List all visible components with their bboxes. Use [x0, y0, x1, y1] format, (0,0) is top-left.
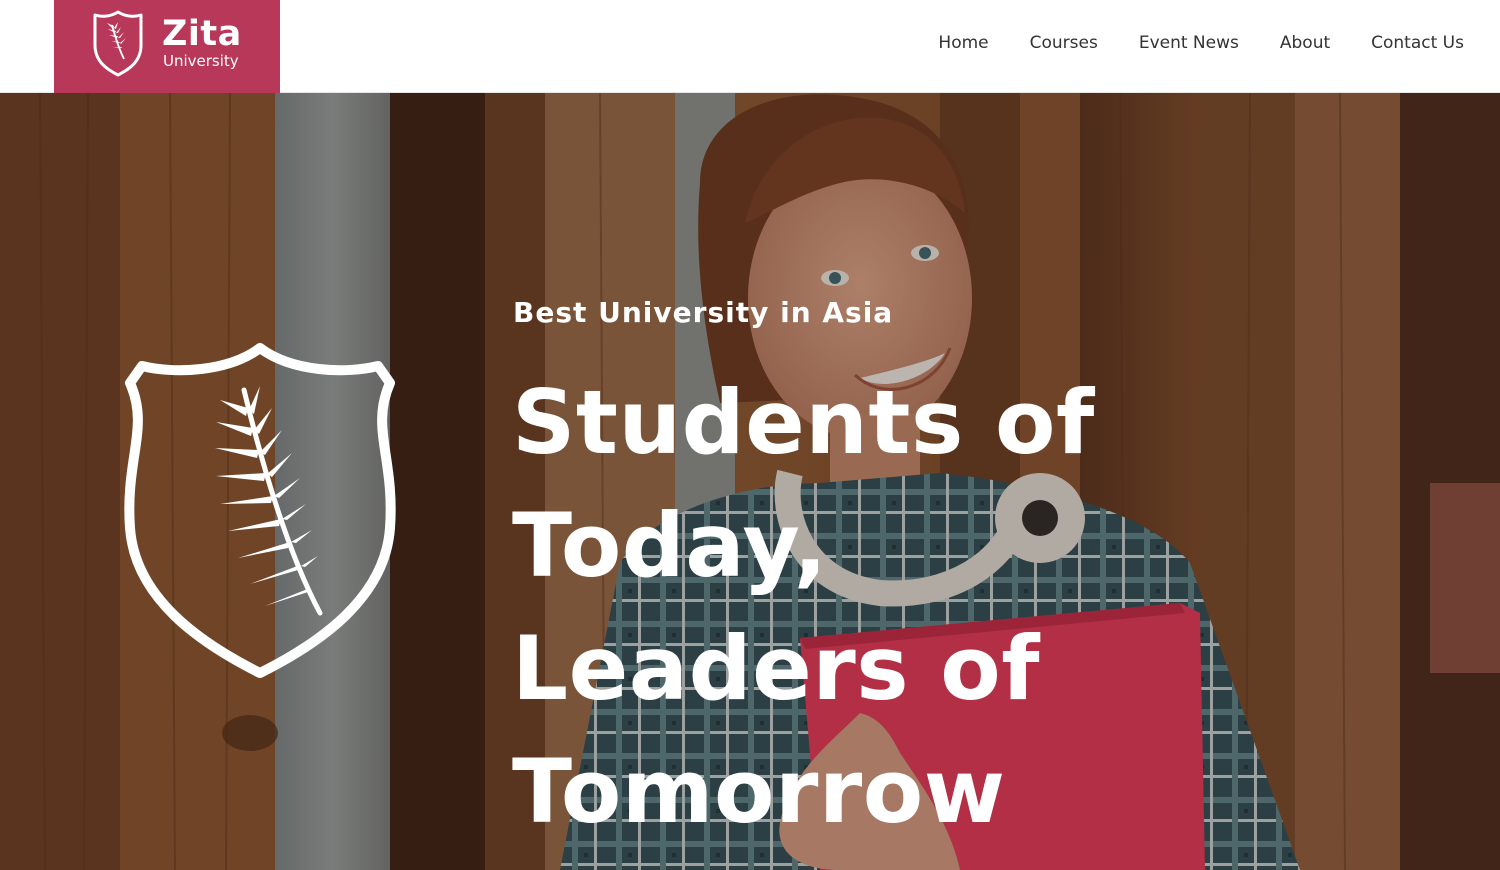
nav-courses[interactable]: Courses — [1030, 33, 1098, 53]
hero-title-line: Tomorrow — [512, 740, 1006, 843]
nav-about[interactable]: About — [1280, 33, 1330, 53]
hero-section: Best University in Asia Students of Toda… — [0, 93, 1500, 870]
hero-title-line: Leaders of — [512, 617, 1040, 720]
nav-event-news[interactable]: Event News — [1139, 33, 1239, 53]
shield-leaf-icon — [124, 343, 396, 678]
main-nav: Home Courses Event News About Contact Us — [897, 0, 1464, 86]
nav-home[interactable]: Home — [938, 33, 988, 53]
logo-subtitle: University — [163, 52, 239, 70]
shield-leaf-icon — [93, 10, 143, 77]
site-header: Zita University Home Courses Event News … — [0, 0, 1500, 93]
logo-name: Zita — [162, 14, 242, 54]
logo[interactable]: Zita University — [54, 0, 280, 93]
hero-title: Students of Today, Leaders of Tomorrow — [512, 361, 1412, 853]
hero-title-line: Students of Today, — [512, 371, 1095, 597]
hero-kicker: Best University in Asia — [513, 296, 894, 329]
nav-contact-us[interactable]: Contact Us — [1371, 33, 1464, 53]
